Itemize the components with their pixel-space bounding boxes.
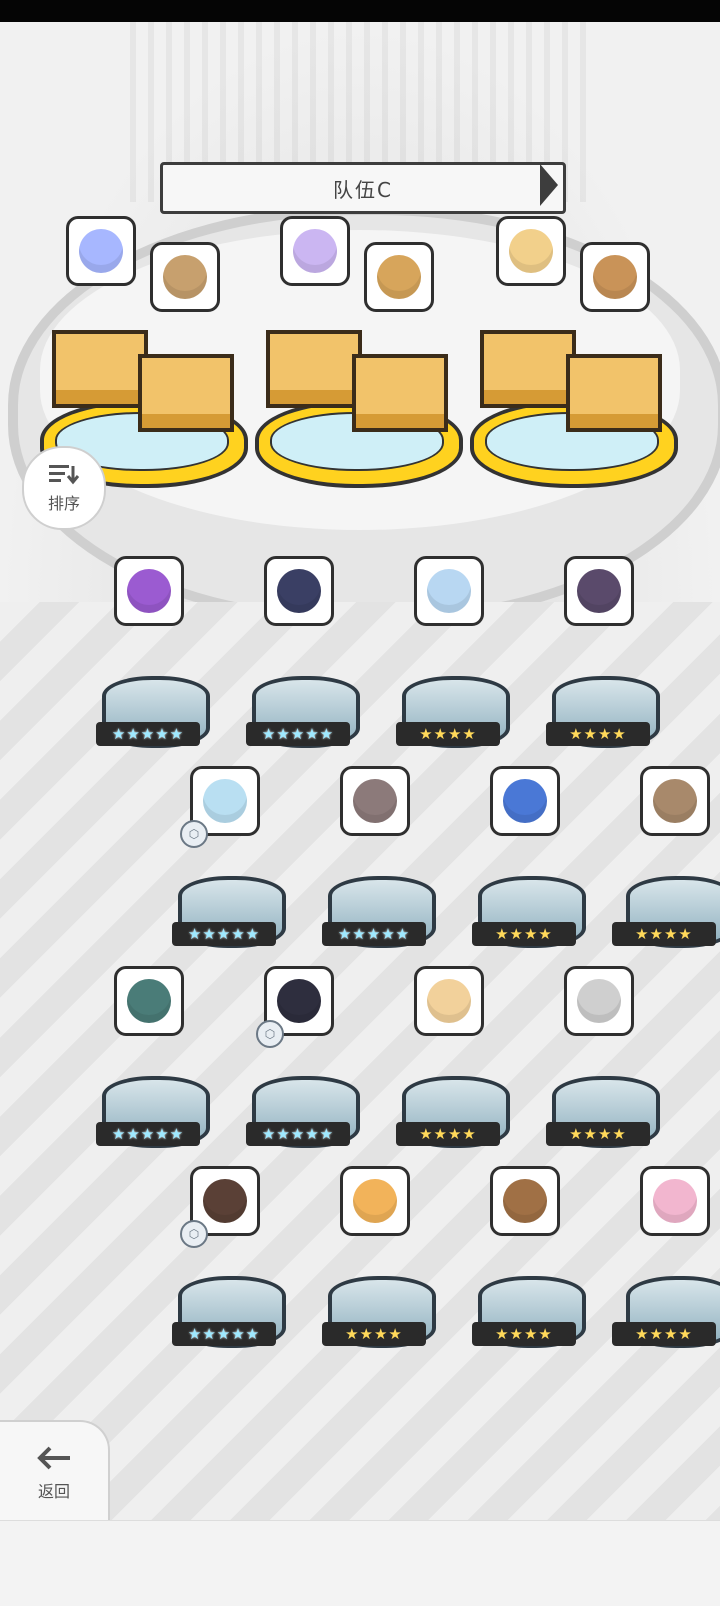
portrait-face xyxy=(427,569,471,613)
team-next-arrow[interactable] xyxy=(540,164,558,206)
team-title-bar: 队伍C xyxy=(160,162,566,214)
portrait-face xyxy=(79,229,123,273)
team-slot-3-portrait-2[interactable] xyxy=(580,242,650,312)
back-button[interactable]: 返回 xyxy=(0,1420,110,1524)
portrait-face xyxy=(377,255,421,299)
portrait-face xyxy=(509,229,553,273)
portrait-face xyxy=(503,1179,547,1223)
back-label: 返回 xyxy=(37,1482,70,1501)
team-slot-1-portrait-2[interactable] xyxy=(150,242,220,312)
roster-2-1-stars: ★★★★★ xyxy=(172,922,276,946)
roster-4-3-portrait[interactable] xyxy=(490,1166,560,1236)
roster-3-2-stars: ★★★★★ xyxy=(246,1122,350,1146)
portrait-face xyxy=(353,1179,397,1223)
portrait-face xyxy=(293,229,337,273)
back-arrow-icon xyxy=(37,1446,70,1470)
roster-2-4-stars: ★★★★ xyxy=(612,922,716,946)
portrait-face xyxy=(127,979,171,1023)
roster-2-3-portrait[interactable] xyxy=(490,766,560,836)
portrait-face xyxy=(277,979,321,1023)
roster-3-2-side-badge-icon: ⬡ xyxy=(256,1020,284,1048)
roster-3-1-stars: ★★★★★ xyxy=(96,1122,200,1146)
team-slot-1-cube-right xyxy=(138,354,234,432)
roster-1-1-stars: ★★★★★ xyxy=(96,722,200,746)
roster-3-3-portrait[interactable] xyxy=(414,966,484,1036)
team-slot-3-cube-left xyxy=(480,330,576,408)
portrait-face xyxy=(653,779,697,823)
roster-3-4-stars: ★★★★ xyxy=(546,1122,650,1146)
roster-4-1-side-badge-icon: ⬡ xyxy=(180,1220,208,1248)
portrait-face xyxy=(277,569,321,613)
roster-3-3-stars: ★★★★ xyxy=(396,1122,500,1146)
roster-4-2-stars: ★★★★ xyxy=(322,1322,426,1346)
roster-2-2-portrait[interactable] xyxy=(340,766,410,836)
team-slot-3-cube-right xyxy=(566,354,662,432)
roster-2-1-side-badge-icon: ⬡ xyxy=(180,820,208,848)
roster-1-4-portrait[interactable] xyxy=(564,556,634,626)
team-slot-2-portrait-2[interactable] xyxy=(364,242,434,312)
team-slot-2-cube-right xyxy=(352,354,448,432)
team-slot-2-portrait-1[interactable] xyxy=(280,216,350,286)
roster-2-2-stars: ★★★★★ xyxy=(322,922,426,946)
roster-3-4-portrait[interactable] xyxy=(564,966,634,1036)
bottom-bar xyxy=(0,1520,720,1606)
team-slot-3-portrait-1[interactable] xyxy=(496,216,566,286)
portrait-face xyxy=(577,569,621,613)
portrait-face xyxy=(353,779,397,823)
portrait-face xyxy=(203,1179,247,1223)
team-slot-1-cube-left xyxy=(52,330,148,408)
roster-4-3-stars: ★★★★ xyxy=(472,1322,576,1346)
team-slot-2-cube-left xyxy=(266,330,362,408)
sort-icon xyxy=(49,465,80,485)
portrait-face xyxy=(203,779,247,823)
status-bar xyxy=(0,0,720,22)
roster-1-2-stars: ★★★★★ xyxy=(246,722,350,746)
roster-4-1-stars: ★★★★★ xyxy=(172,1322,276,1346)
roster-3-1-portrait[interactable] xyxy=(114,966,184,1036)
roster-4-4-stars: ★★★★ xyxy=(612,1322,716,1346)
roster-4-4-portrait[interactable] xyxy=(640,1166,710,1236)
portrait-face xyxy=(163,255,207,299)
roster-1-3-portrait[interactable] xyxy=(414,556,484,626)
portrait-face xyxy=(427,979,471,1023)
roster-1-2-portrait[interactable] xyxy=(264,556,334,626)
sort-label: 排序 xyxy=(47,494,80,513)
roster-2-4-portrait[interactable] xyxy=(640,766,710,836)
portrait-face xyxy=(593,255,637,299)
team-slot-1-portrait-1[interactable] xyxy=(66,216,136,286)
roster-4-2-portrait[interactable] xyxy=(340,1166,410,1236)
portrait-face xyxy=(127,569,171,613)
roster-1-3-stars: ★★★★ xyxy=(396,722,500,746)
portrait-face xyxy=(577,979,621,1023)
portrait-face xyxy=(503,779,547,823)
roster-1-4-stars: ★★★★ xyxy=(546,722,650,746)
portrait-face xyxy=(653,1179,697,1223)
sort-button[interactable]: 排序 xyxy=(22,446,106,530)
team-title: 队伍C xyxy=(333,177,393,202)
roster-2-3-stars: ★★★★ xyxy=(472,922,576,946)
roster-1-1-portrait[interactable] xyxy=(114,556,184,626)
